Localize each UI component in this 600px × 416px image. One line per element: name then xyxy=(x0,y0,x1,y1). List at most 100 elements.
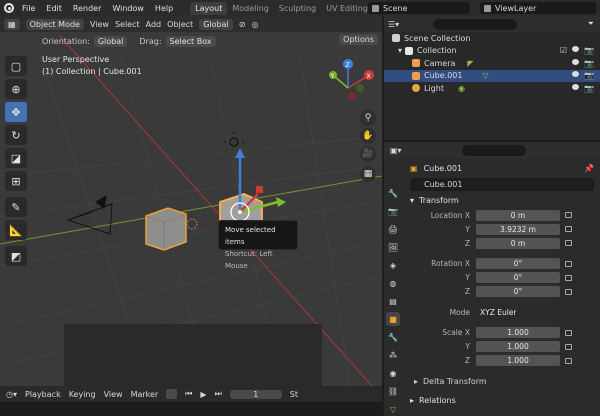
editor-type-button[interactable]: ▦ xyxy=(4,18,20,30)
menu-file[interactable]: File xyxy=(22,4,35,13)
lock-icon[interactable] xyxy=(565,240,572,247)
lock-icon[interactable] xyxy=(565,357,572,364)
location-x-field[interactable]: 0 m xyxy=(476,209,560,221)
menu-window[interactable]: Window xyxy=(112,4,144,13)
rotation-mode-selector[interactable]: XYZ Euler xyxy=(476,306,560,318)
render-tab-icon[interactable]: 📷 xyxy=(386,204,400,218)
properties-editor-icon[interactable]: ▣▾ xyxy=(390,146,402,155)
data-tab-icon[interactable]: ▽ xyxy=(386,402,400,416)
grid-view-icon[interactable]: ▦ xyxy=(360,166,376,182)
scale-y-field[interactable]: 1.000 xyxy=(476,341,560,353)
camera-data-icon[interactable]: ◤ xyxy=(467,59,473,68)
physics-tab-icon[interactable]: ◉ xyxy=(386,366,400,380)
menu-view[interactable]: View xyxy=(90,20,109,29)
start-frame-label[interactable]: St xyxy=(290,390,298,399)
cube-object[interactable] xyxy=(145,207,187,251)
tab-uv-editing[interactable]: UV Editing xyxy=(321,2,373,15)
scene-tab-icon[interactable]: ◈ xyxy=(386,258,400,272)
scene-selector[interactable]: Scene xyxy=(368,2,470,14)
menu-add[interactable]: Add xyxy=(146,20,162,29)
zoom-icon[interactable]: ⚲ xyxy=(360,110,376,126)
delta-transform-panel[interactable]: ▸ Delta Transform xyxy=(404,373,600,389)
mesh-data-icon[interactable]: ▽ xyxy=(482,71,488,80)
eye-icon[interactable] xyxy=(572,46,580,53)
select-tool[interactable]: ▢ xyxy=(5,56,27,76)
outliner-row-collection[interactable]: ▾ Collection ☑ 📷 xyxy=(384,45,600,58)
blender-logo-icon[interactable] xyxy=(4,3,14,13)
jump-end-icon[interactable]: ⏭ xyxy=(215,389,222,399)
scale-x-field[interactable]: 1.000 xyxy=(476,327,560,339)
particles-tab-icon[interactable]: ⁂ xyxy=(386,348,400,362)
record-button[interactable] xyxy=(166,389,178,399)
lock-icon[interactable] xyxy=(565,329,572,336)
jump-start-icon[interactable]: ⏮ xyxy=(185,389,192,399)
mode-selector[interactable]: Object Mode xyxy=(25,18,84,30)
tool-tab-icon[interactable]: 🔧 xyxy=(386,186,400,200)
orientation-selector[interactable]: Global xyxy=(93,35,128,47)
annotate-tool[interactable]: ✎ xyxy=(5,197,27,217)
scale-tool[interactable]: ◪ xyxy=(5,148,27,168)
pin-icon[interactable]: 📌 xyxy=(584,164,594,173)
menu-edit[interactable]: Edit xyxy=(46,4,62,13)
timeline-editor-icon[interactable]: ◷▾ xyxy=(6,390,17,399)
lock-icon[interactable] xyxy=(565,212,572,219)
pan-hand-icon[interactable]: ✋ xyxy=(360,128,376,144)
world-tab-icon[interactable]: ◍ xyxy=(386,276,400,290)
add-cube-tool[interactable]: ◩ xyxy=(5,246,27,266)
light-object[interactable] xyxy=(224,132,244,147)
menu-select[interactable]: Select xyxy=(115,20,140,29)
menu-marker[interactable]: Marker xyxy=(131,390,159,399)
location-z-field[interactable]: 0 m xyxy=(476,237,560,249)
expand-arrow-icon[interactable]: ▾ xyxy=(398,46,402,55)
current-frame-field[interactable]: 1 xyxy=(229,389,282,399)
tab-layout[interactable]: Layout xyxy=(190,1,228,15)
output-tab-icon[interactable]: 🖨 xyxy=(386,222,400,236)
rotation-z-field[interactable]: 0° xyxy=(476,286,560,298)
properties-search-input[interactable] xyxy=(461,144,526,156)
menu-timeline-view[interactable]: View xyxy=(104,390,123,399)
options-button[interactable]: Options xyxy=(339,34,378,45)
camera-render-icon[interactable]: 📷 xyxy=(584,71,594,80)
menu-object[interactable]: Object xyxy=(167,20,193,29)
outliner-editor-icon[interactable]: ☰▾ xyxy=(388,20,399,29)
menu-keying[interactable]: Keying xyxy=(69,390,96,399)
proportional-edit-icon[interactable]: ◎ xyxy=(251,20,258,29)
outliner-row-camera[interactable]: Camera ◤ 📷 xyxy=(384,57,600,70)
expand-arrow-icon[interactable]: ▸ xyxy=(414,377,418,386)
camera-render-icon[interactable]: 📷 xyxy=(584,46,594,55)
3d-viewport[interactable]: Z X Y ▦ Object Mode View Select Add Obje… xyxy=(0,16,382,386)
rotation-x-field[interactable]: 0° xyxy=(476,258,560,270)
collection-tab-icon[interactable]: ▤ xyxy=(386,294,400,308)
tab-modeling[interactable]: Modeling xyxy=(227,2,273,15)
transform-orientation-selector[interactable]: Global xyxy=(199,18,233,30)
collapse-arrow-icon[interactable]: ▾ xyxy=(410,196,414,205)
menu-render[interactable]: Render xyxy=(73,4,101,13)
constraints-tab-icon[interactable]: ⛓ xyxy=(386,384,400,398)
lock-icon[interactable] xyxy=(565,288,572,295)
transform-panel-header[interactable]: ▾ Transform xyxy=(404,191,600,209)
relations-panel-header[interactable]: ▸ Relations xyxy=(404,391,600,409)
view-layer-tab-icon[interactable]: 🖼 xyxy=(386,240,400,254)
camera-render-icon[interactable]: 📷 xyxy=(584,84,594,93)
object-name-field[interactable]: Cube.001 xyxy=(410,178,594,191)
scale-z-field[interactable]: 1.000 xyxy=(476,355,560,367)
rotate-tool[interactable]: ↻ xyxy=(5,125,27,145)
drag-selector[interactable]: Select Box xyxy=(165,35,216,47)
outliner-row-cube[interactable]: Cube.001 ▽ 📷 xyxy=(384,69,600,82)
play-icon[interactable]: ▶ xyxy=(200,390,206,399)
rotation-y-field[interactable]: 0° xyxy=(476,272,560,284)
filter-icon[interactable]: ⏷ xyxy=(588,19,594,29)
eye-icon[interactable] xyxy=(572,71,580,78)
outliner-row-scene-collection[interactable]: Scene Collection xyxy=(384,32,600,45)
object-tab-icon[interactable]: ■ xyxy=(386,312,400,326)
navigation-gizmo[interactable]: Z X Y xyxy=(329,59,374,100)
expand-arrow-icon[interactable]: ▸ xyxy=(410,396,414,405)
view-layer-selector[interactable]: ViewLayer xyxy=(480,2,596,14)
camera-view-icon[interactable]: 🎥 xyxy=(360,146,376,162)
lock-icon[interactable] xyxy=(565,226,572,233)
timeline-track[interactable] xyxy=(0,402,382,416)
camera-render-icon[interactable]: 📷 xyxy=(584,59,594,68)
checkbox-icon[interactable]: ☑ xyxy=(560,46,567,55)
outliner-row-light[interactable]: Light ◉ 📷 xyxy=(384,82,600,95)
menu-help[interactable]: Help xyxy=(155,4,173,13)
